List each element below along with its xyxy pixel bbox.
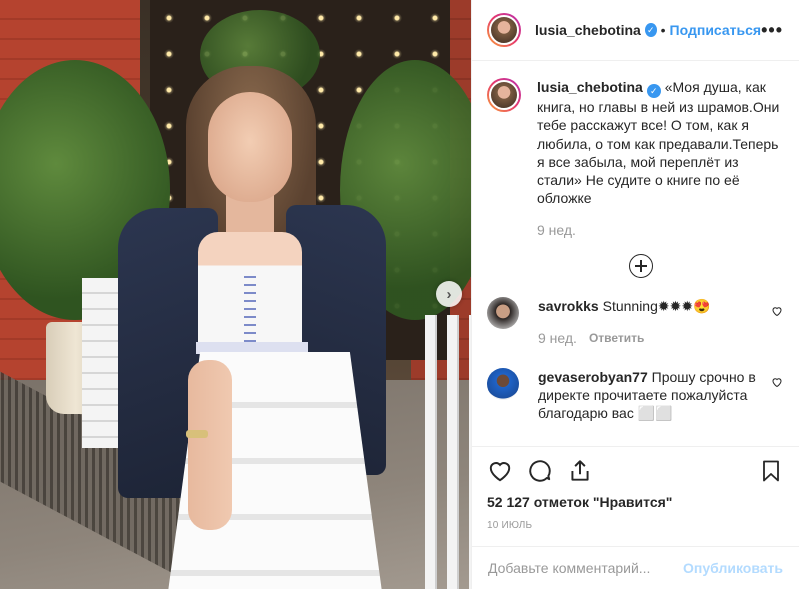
white-railing	[425, 315, 471, 589]
comment-item: gevaserobyan77 Прошу срочно в директе пр…	[487, 367, 783, 423]
comment-input[interactable]	[488, 560, 684, 576]
caption-avatar[interactable]	[487, 78, 521, 112]
bracelet	[186, 430, 208, 438]
comment-bubble-icon[interactable]	[527, 458, 553, 484]
comments-list[interactable]: lusia_chebotina ✓ «Моя душа, как книга, н…	[472, 62, 799, 446]
likes-count[interactable]: 52 127 отметок "Нравится"	[487, 494, 783, 510]
arm	[188, 360, 232, 530]
post-photo[interactable]: ›	[0, 0, 471, 589]
verified-check-icon: ✓	[646, 84, 661, 98]
comment-time[interactable]: 9 нед.	[538, 329, 577, 347]
comment-username[interactable]: savrokks	[538, 298, 599, 314]
commenter-avatar[interactable]	[487, 297, 519, 330]
reply-button[interactable]: Ответить	[589, 329, 644, 347]
corset-lacing	[244, 276, 256, 346]
chevron-right-icon: ›	[446, 285, 452, 303]
separator-dot: •	[660, 22, 666, 38]
share-icon[interactable]	[567, 458, 593, 484]
caption: lusia_chebotina ✓ «Моя душа, как книга, н…	[487, 78, 783, 239]
comment-text: Stunning✹✹✹😍	[602, 298, 711, 315]
post-actions: 52 127 отметок "Нравится" 10 июль	[472, 446, 799, 531]
avatar[interactable]	[487, 13, 521, 47]
follow-button[interactable]: Подписаться	[670, 22, 762, 38]
white-fence	[82, 278, 122, 448]
next-photo-button[interactable]: ›	[436, 281, 462, 307]
caption-text: «Моя душа, как книга, но главы в ней из …	[537, 79, 780, 207]
post-side-panel: lusia_chebotina ✓ • Подписаться ••• lusi…	[471, 0, 799, 589]
like-comment-heart-icon[interactable]	[771, 376, 783, 388]
add-comment-bar: Опубликовать	[472, 546, 799, 589]
comment-item: savrokks Stunning✹✹✹😍 9 нед. Ответить	[487, 297, 783, 348]
more-options-icon[interactable]: •••	[761, 20, 783, 41]
load-more-comments-icon[interactable]	[629, 254, 653, 279]
face	[208, 92, 292, 202]
bookmark-icon[interactable]	[759, 458, 783, 484]
post-header: lusia_chebotina ✓ • Подписаться •••	[472, 0, 799, 61]
caption-time[interactable]: 9 нед.	[537, 221, 576, 239]
post-date[interactable]: 10 июль	[487, 520, 783, 531]
header-username[interactable]: lusia_chebotina	[535, 22, 641, 38]
publish-button[interactable]: Опубликовать	[683, 560, 783, 576]
comment-username[interactable]: gevaserobyan77	[538, 369, 648, 385]
verified-check-icon: ✓	[644, 23, 657, 37]
like-comment-heart-icon[interactable]	[771, 305, 783, 317]
like-heart-icon[interactable]	[487, 458, 513, 484]
commenter-avatar[interactable]	[487, 367, 519, 400]
caption-username[interactable]: lusia_chebotina	[537, 79, 643, 95]
